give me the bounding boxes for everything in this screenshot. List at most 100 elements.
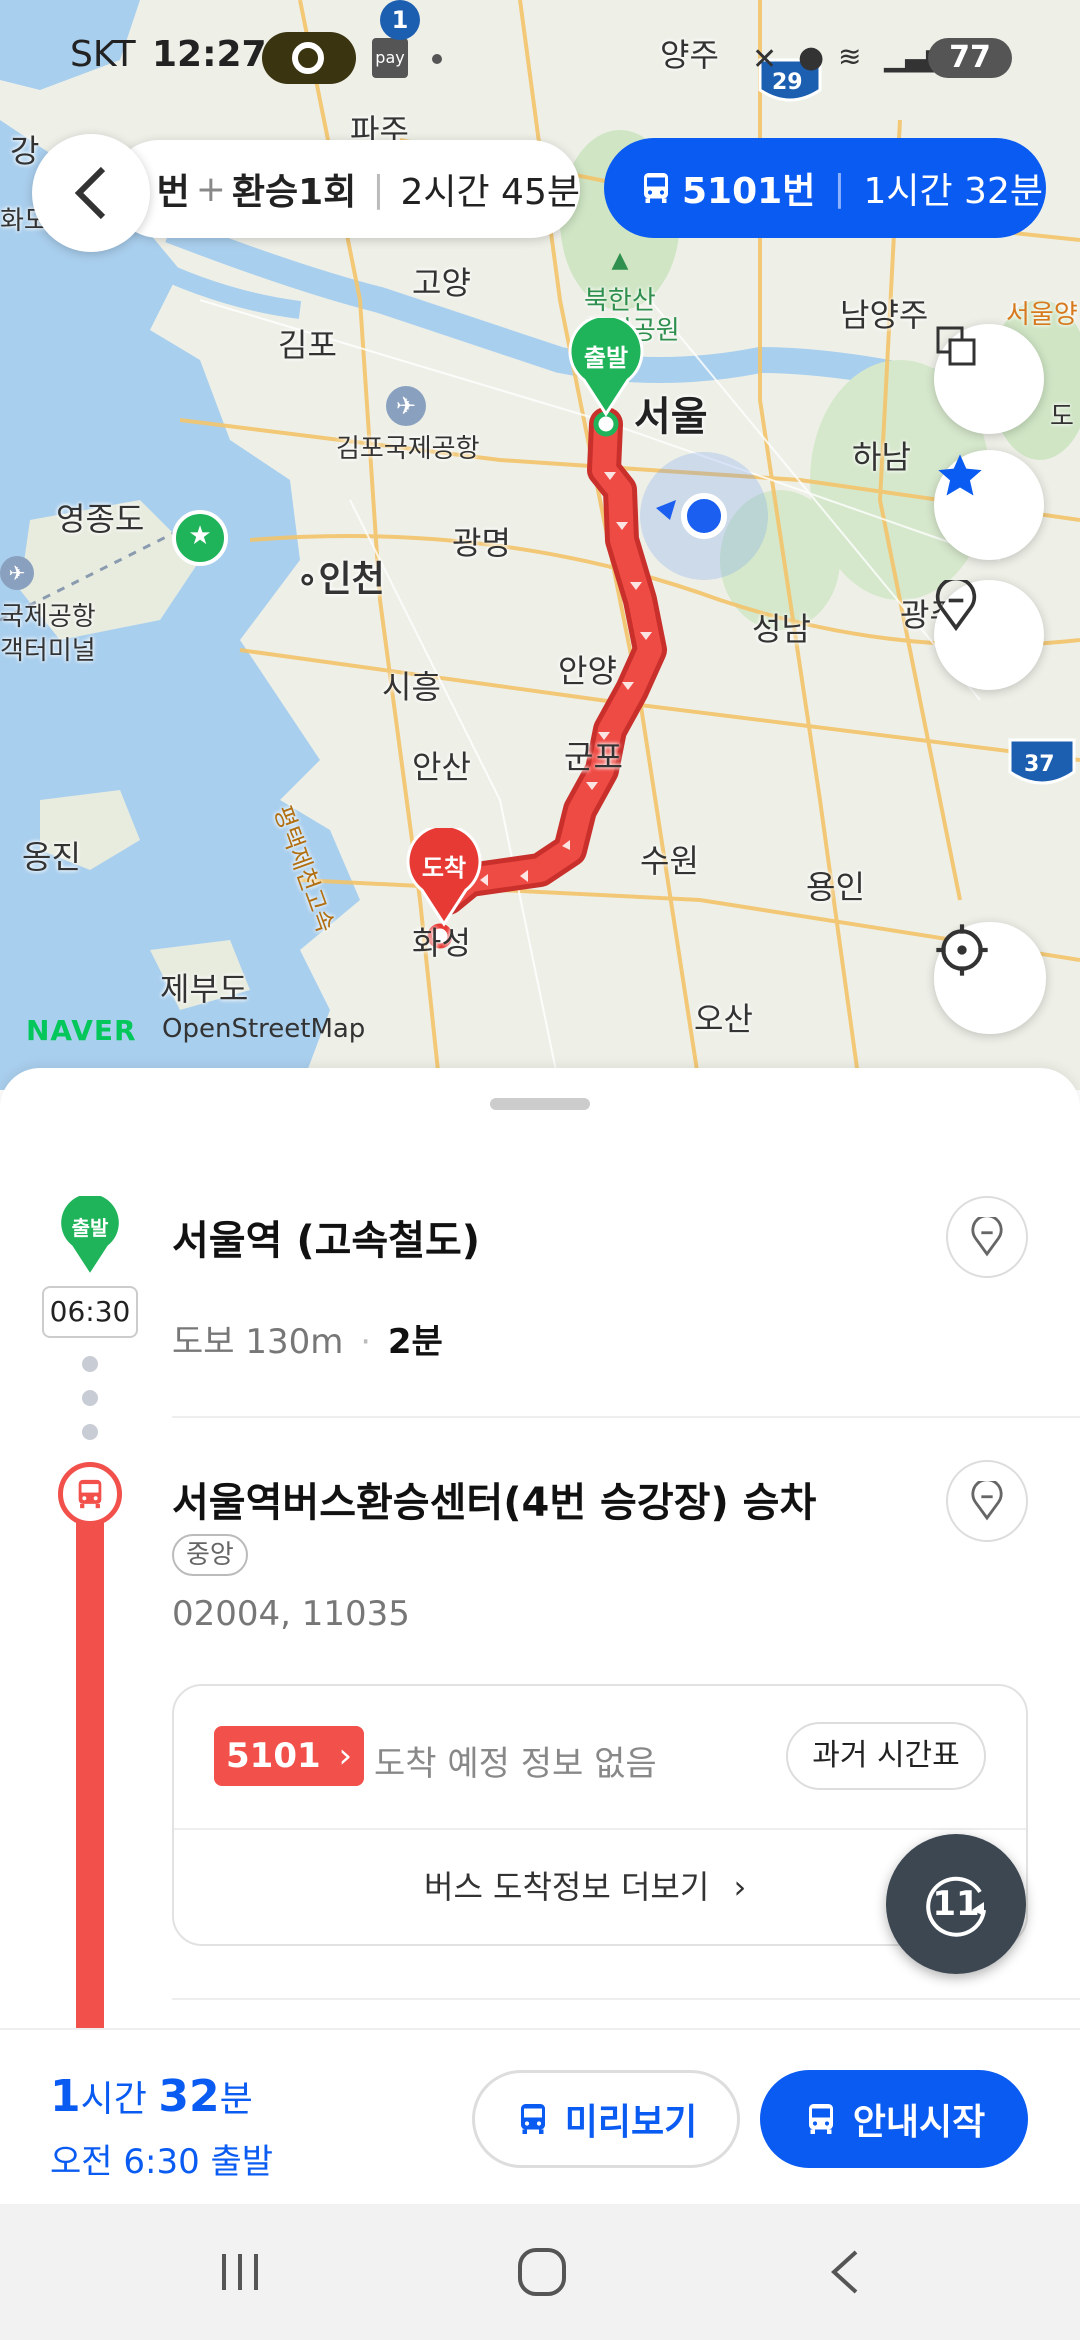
map-pin-icon [971,1481,1003,1521]
walk-duration: 2분 [387,1322,443,1362]
system-back-button[interactable] [824,2248,864,2296]
more-arrival-link[interactable]: 버스 도착정보 더보기 › [424,1862,746,1908]
step-divider [172,1998,1080,2000]
status-bar: SKT 12:27 pay 1 ✕ ● ≋ ▁▃▅ 77 [0,0,1080,100]
recent-apps-icon [222,2254,258,2290]
layers-button[interactable] [934,324,1044,434]
map-label-osan: 오산 [694,1000,753,1038]
map-pin-icon [971,1217,1003,1257]
walk-separator: · [360,1322,372,1362]
start-pin-label: 출발 [583,344,629,372]
map-label-jebudo: 제부도 [160,970,249,1008]
preview-button[interactable]: 미리보기 [472,2070,740,2168]
selected-bus-number: 5101번 [682,171,816,212]
map-label-incheon: ∘인천 [296,559,385,600]
map-label-suwon: 수원 [640,842,699,880]
recent-apps-button[interactable] [216,2248,264,2296]
map-label-hanam: 하남 [852,438,911,476]
route-action-bar: 1시간 32분 오전 6:30 출발 미리보기 안내시작 [0,2028,1080,2204]
card-divider [174,1828,1026,1830]
refresh-count: 11 [932,1884,980,1924]
more-arrival-label: 버스 도착정보 더보기 [424,1868,710,1906]
stop-ids: 02004, 11035 [172,1594,410,1634]
selected-route-pill[interactable]: 5101번 | 1시간 32분 [604,138,1046,238]
back-button[interactable] [32,134,150,252]
home-button[interactable] [516,2246,568,2298]
start-guidance-button[interactable]: 안내시작 [760,2070,1028,2168]
stop-type-badge: 중앙 [172,1534,248,1576]
step-divider [172,1416,1080,1418]
location-status-icon: ● [798,40,825,75]
map-label-yeongjongdo: 영종도 [56,500,145,538]
naver-logo: NAVER [26,1014,137,1047]
clock: 12:27 [152,34,267,75]
map-label-ansan: 안산 [412,748,471,786]
duration-hours: 1 [50,2071,81,2122]
map-label-gimpo-airport: 김포국제공항 [336,434,480,464]
bus-icon [520,2104,545,2134]
arrival-status: 도착 예정 정보 없음 [374,1744,657,1784]
bus-route-badge[interactable]: 5101 › [214,1726,365,1786]
start-time: 06:30 [42,1286,138,1338]
past-timetable-button[interactable]: 과거 시간표 [786,1722,986,1790]
alt-route-duration: 2시간 45분 [400,172,580,213]
map-label-goyang: 고양 [412,264,471,302]
refresh-button[interactable]: 11 [886,1834,1026,1974]
star-poi-icon[interactable]: ★ [184,520,216,552]
alt-route-divider: | [372,168,385,210]
map-label-gimpo: 김포 [278,326,337,364]
airport-icon[interactable]: ✈ [386,386,426,426]
notification-badge: 1 [380,0,420,40]
pay-icon: pay [372,38,408,78]
wifi-icon: ≋ [838,40,862,73]
chevron-right-icon: › [338,1736,353,1776]
duration-minutes-unit: 분 [219,2079,253,2120]
media-indicator [262,32,356,84]
walk-info: 도보 130m · 2분 [172,1314,443,1363]
airport-icon-left[interactable]: ✈ [0,556,34,590]
preview-label: 미리보기 [564,2102,698,2143]
mute-icon: ✕ [752,42,778,77]
walk-dot [82,1356,98,1372]
start-pin[interactable]: 출발 [566,318,646,418]
map-label-gwangmyeong: 광명 [452,524,511,562]
alt-route-fragment: 번 [156,172,190,213]
map-pin-icon [935,580,977,632]
start-marker: 출발 [58,1194,122,1276]
map-label-do: 도 [1050,402,1074,432]
alt-route-plus: + [195,168,226,210]
bus-step-marker [58,1462,122,1526]
chevron-left-icon [74,166,106,220]
stop-location-button[interactable] [946,1460,1028,1542]
favorite-button[interactable] [934,450,1044,560]
sheet-drag-handle[interactable] [490,1098,590,1110]
walk-dot [82,1424,98,1440]
alt-route-pill[interactable]: 번 + 환승1회 | 2시간 45분 [110,140,580,238]
start-location-button[interactable] [946,1196,1028,1278]
park-icon: ▲ [611,248,629,273]
more-dot-icon [432,54,442,64]
start-station-title[interactable]: 서울역 (고속철도) [172,1208,480,1266]
media-ring-icon [292,42,324,74]
my-location-button[interactable] [934,922,1046,1034]
duration-hours-unit: 시간 [80,2079,147,2120]
map-label-namyangju: 남양주 [840,296,929,334]
walk-distance: 도보 130m [172,1322,344,1362]
osm-attribution[interactable]: OpenStreetMap [162,1014,365,1044]
alt-route-transfer: 환승1회 [231,172,357,213]
walk-dot [82,1390,98,1406]
map-label-yongin: 용인 [806,868,865,906]
start-marker-label: 출발 [71,1216,109,1240]
boarding-stop-title[interactable]: 서울역버스환승센터(4번 승강장) 승차 [172,1470,816,1528]
map-label-gang: 강 [10,132,40,170]
carrier-label: SKT [70,34,136,75]
location-pin-button[interactable] [934,580,1044,690]
map-label-siheung: 시흥 [382,668,441,706]
battery-indicator: 77 [928,38,1012,78]
end-pin-label: 도착 [421,854,467,882]
layers-icon [936,326,976,366]
bus-icon [644,173,668,203]
end-pin[interactable]: 도착 [404,828,484,928]
start-guidance-label: 안내시작 [852,2102,986,2143]
bus-route-number: 5101 [226,1736,321,1776]
